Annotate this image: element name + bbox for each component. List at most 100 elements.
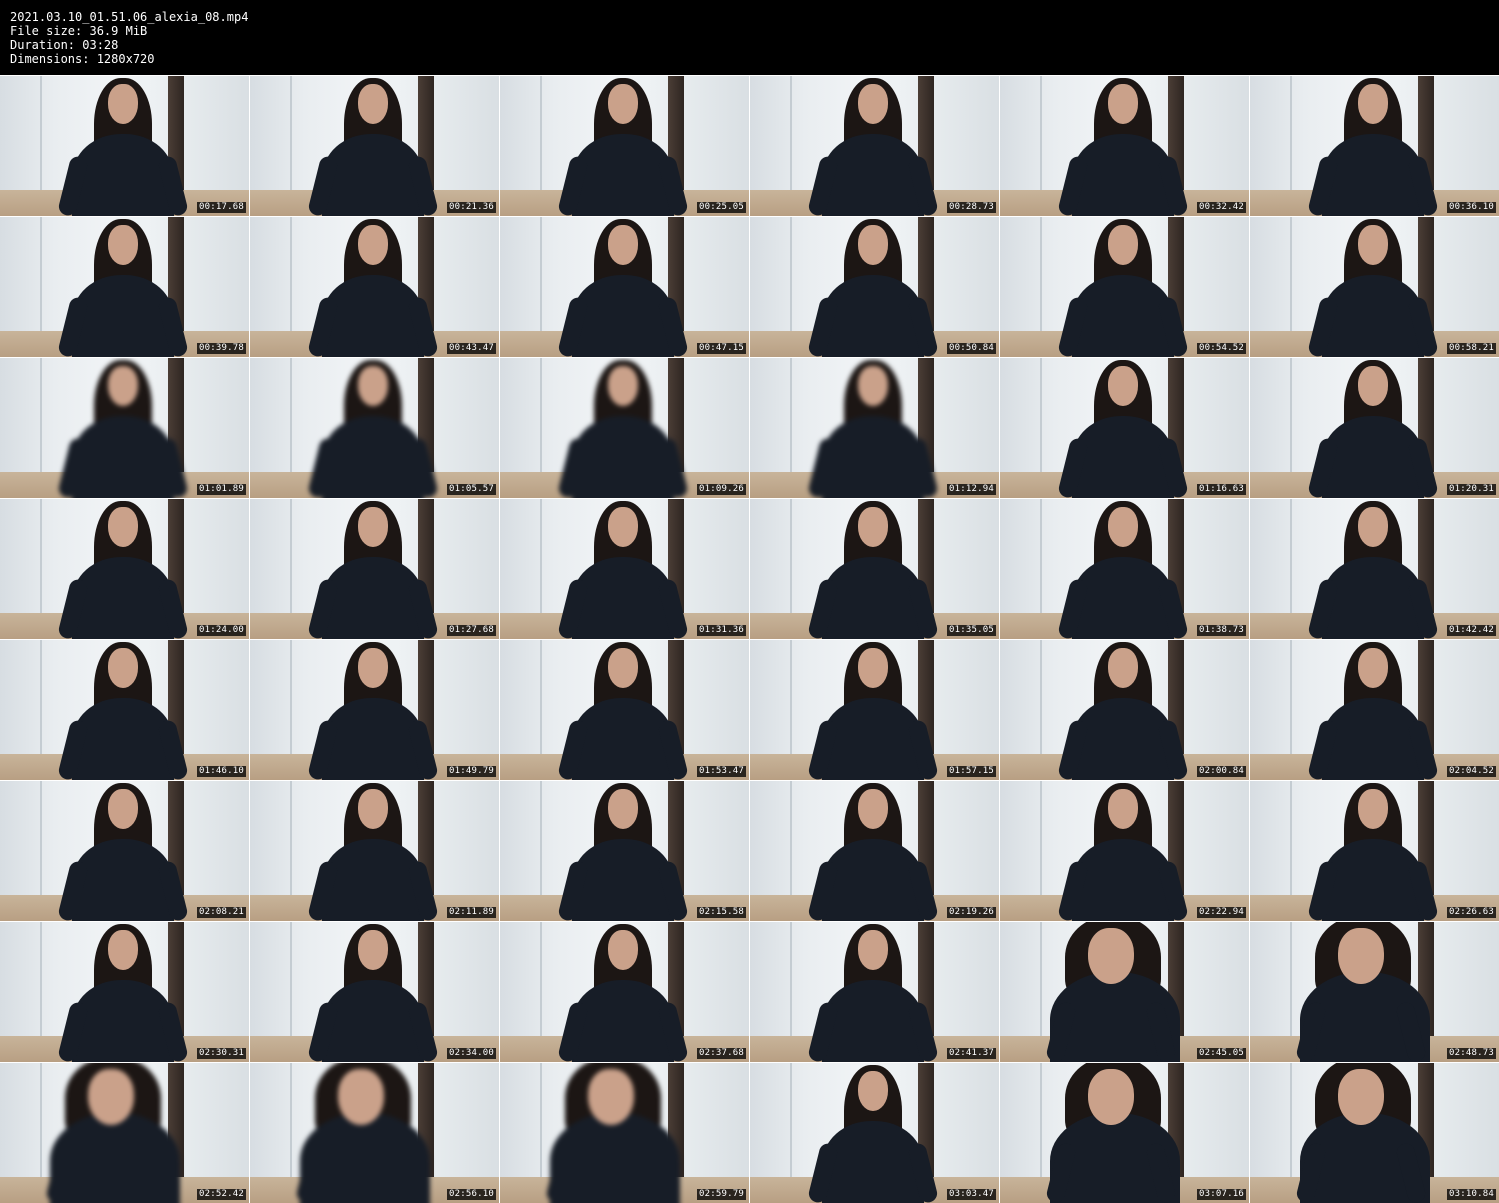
thumbnail-timestamp: 02:15.58 [697, 907, 746, 918]
person-figure [0, 1063, 249, 1203]
thumbnail-scene [750, 217, 999, 357]
thumbnail-scene [1250, 922, 1499, 1062]
thumbnail-timestamp: 02:19.26 [947, 907, 996, 918]
turtleneck-top [1322, 557, 1424, 639]
thumbnail-timestamp: 01:24.00 [197, 625, 246, 636]
thumbnail-timestamp: 01:42.42 [1447, 625, 1496, 636]
thumbnail-scene [1000, 781, 1249, 921]
thumbnail-scene [500, 358, 749, 498]
thumbnail-timestamp: 01:57.15 [947, 766, 996, 777]
person-figure [1000, 1063, 1249, 1203]
thumbnail-timestamp: 00:47.15 [697, 343, 746, 354]
thumbnail-scene [1000, 922, 1249, 1062]
video-thumbnail: 02:04.52 [1250, 640, 1499, 780]
person-figure [1250, 1063, 1499, 1203]
face [108, 84, 138, 124]
file-name: 2021.03.10_01.51.06_alexia_08.mp4 [10, 10, 249, 24]
face [88, 1069, 134, 1125]
thumbnail-scene [1000, 499, 1249, 639]
video-thumbnail: 01:42.42 [1250, 499, 1499, 639]
thumbnail-scene [0, 76, 249, 216]
thumbnail-timestamp: 02:56.10 [447, 1189, 496, 1200]
video-thumbnail: 00:25.05 [500, 76, 749, 216]
turtleneck-top [1322, 698, 1424, 780]
thumbnail-timestamp: 01:31.36 [697, 625, 746, 636]
video-thumbnail: 02:08.21 [0, 781, 249, 921]
person-figure [0, 499, 249, 639]
turtleneck-top [1322, 839, 1424, 921]
thumbnail-timestamp: 02:04.52 [1447, 766, 1496, 777]
thumbnail-scene [1000, 1063, 1249, 1203]
face [1108, 507, 1138, 547]
video-thumbnail: 02:30.31 [0, 922, 249, 1062]
video-thumbnail: 00:39.78 [0, 217, 249, 357]
thumbnail-timestamp: 02:45.05 [1197, 1048, 1246, 1059]
video-thumbnail: 01:35.05 [750, 499, 999, 639]
turtleneck-top [72, 416, 174, 498]
face [608, 930, 638, 970]
face [358, 648, 388, 688]
face [858, 1071, 888, 1111]
turtleneck-top [822, 698, 924, 780]
person-figure [750, 781, 999, 921]
thumbnail-timestamp: 02:22.94 [1197, 907, 1246, 918]
turtleneck-top [322, 275, 424, 357]
thumbnail-scene [1250, 781, 1499, 921]
thumbnail-timestamp: 01:46.10 [197, 766, 246, 777]
person-figure [1250, 358, 1499, 498]
thumbnail-timestamp: 00:17.68 [197, 202, 246, 213]
face [1358, 366, 1388, 406]
turtleneck-top [72, 698, 174, 780]
turtleneck-top [822, 416, 924, 498]
turtleneck-top [572, 416, 674, 498]
video-thumbnail: 02:59.79 [500, 1063, 749, 1203]
person-figure [250, 922, 499, 1062]
face [108, 366, 138, 406]
person-figure [500, 76, 749, 216]
thumbnail-grid: 00:17.68 00:21.36 00:25.05 00:28.73 00:32.42… [0, 75, 1499, 1203]
face [108, 789, 138, 829]
turtleneck-top [72, 980, 174, 1062]
thumbnail-timestamp: 00:58.21 [1447, 343, 1496, 354]
person-figure [750, 217, 999, 357]
thumbnail-timestamp: 00:21.36 [447, 202, 496, 213]
turtleneck-top [822, 839, 924, 921]
video-thumbnail: 01:24.00 [0, 499, 249, 639]
thumbnail-scene [250, 76, 499, 216]
thumbnail-timestamp: 01:35.05 [947, 625, 996, 636]
thumbnail-scene [750, 781, 999, 921]
person-figure [1000, 781, 1249, 921]
turtleneck-top [822, 980, 924, 1062]
thumbnail-scene [250, 499, 499, 639]
thumbnail-scene [500, 217, 749, 357]
thumbnail-scene [0, 922, 249, 1062]
person-figure [250, 499, 499, 639]
video-thumbnail: 02:37.68 [500, 922, 749, 1062]
face [358, 930, 388, 970]
video-thumbnail: 02:41.37 [750, 922, 999, 1062]
turtleneck-top [822, 557, 924, 639]
video-thumbnail: 01:49.79 [250, 640, 499, 780]
face [858, 507, 888, 547]
thumbnail-timestamp: 01:53.47 [697, 766, 746, 777]
video-thumbnail: 01:12.94 [750, 358, 999, 498]
video-thumbnail: 01:01.89 [0, 358, 249, 498]
video-thumbnail: 00:36.10 [1250, 76, 1499, 216]
video-thumbnail: 03:03.47 [750, 1063, 999, 1203]
thumbnail-timestamp: 02:52.42 [197, 1189, 246, 1200]
thumbnail-timestamp: 00:43.47 [447, 343, 496, 354]
thumbnail-timestamp: 02:48.73 [1447, 1048, 1496, 1059]
turtleneck-top [1072, 839, 1174, 921]
person-figure [750, 358, 999, 498]
face [108, 930, 138, 970]
thumbnail-timestamp: 02:08.21 [197, 907, 246, 918]
person-figure [1000, 76, 1249, 216]
person-figure [1250, 76, 1499, 216]
person-figure [0, 76, 249, 216]
face [358, 507, 388, 547]
face [608, 507, 638, 547]
video-thumbnail: 02:56.10 [250, 1063, 499, 1203]
thumbnail-scene [750, 640, 999, 780]
thumbnail-timestamp: 03:07.16 [1197, 1189, 1246, 1200]
thumbnail-timestamp: 00:36.10 [1447, 202, 1496, 213]
